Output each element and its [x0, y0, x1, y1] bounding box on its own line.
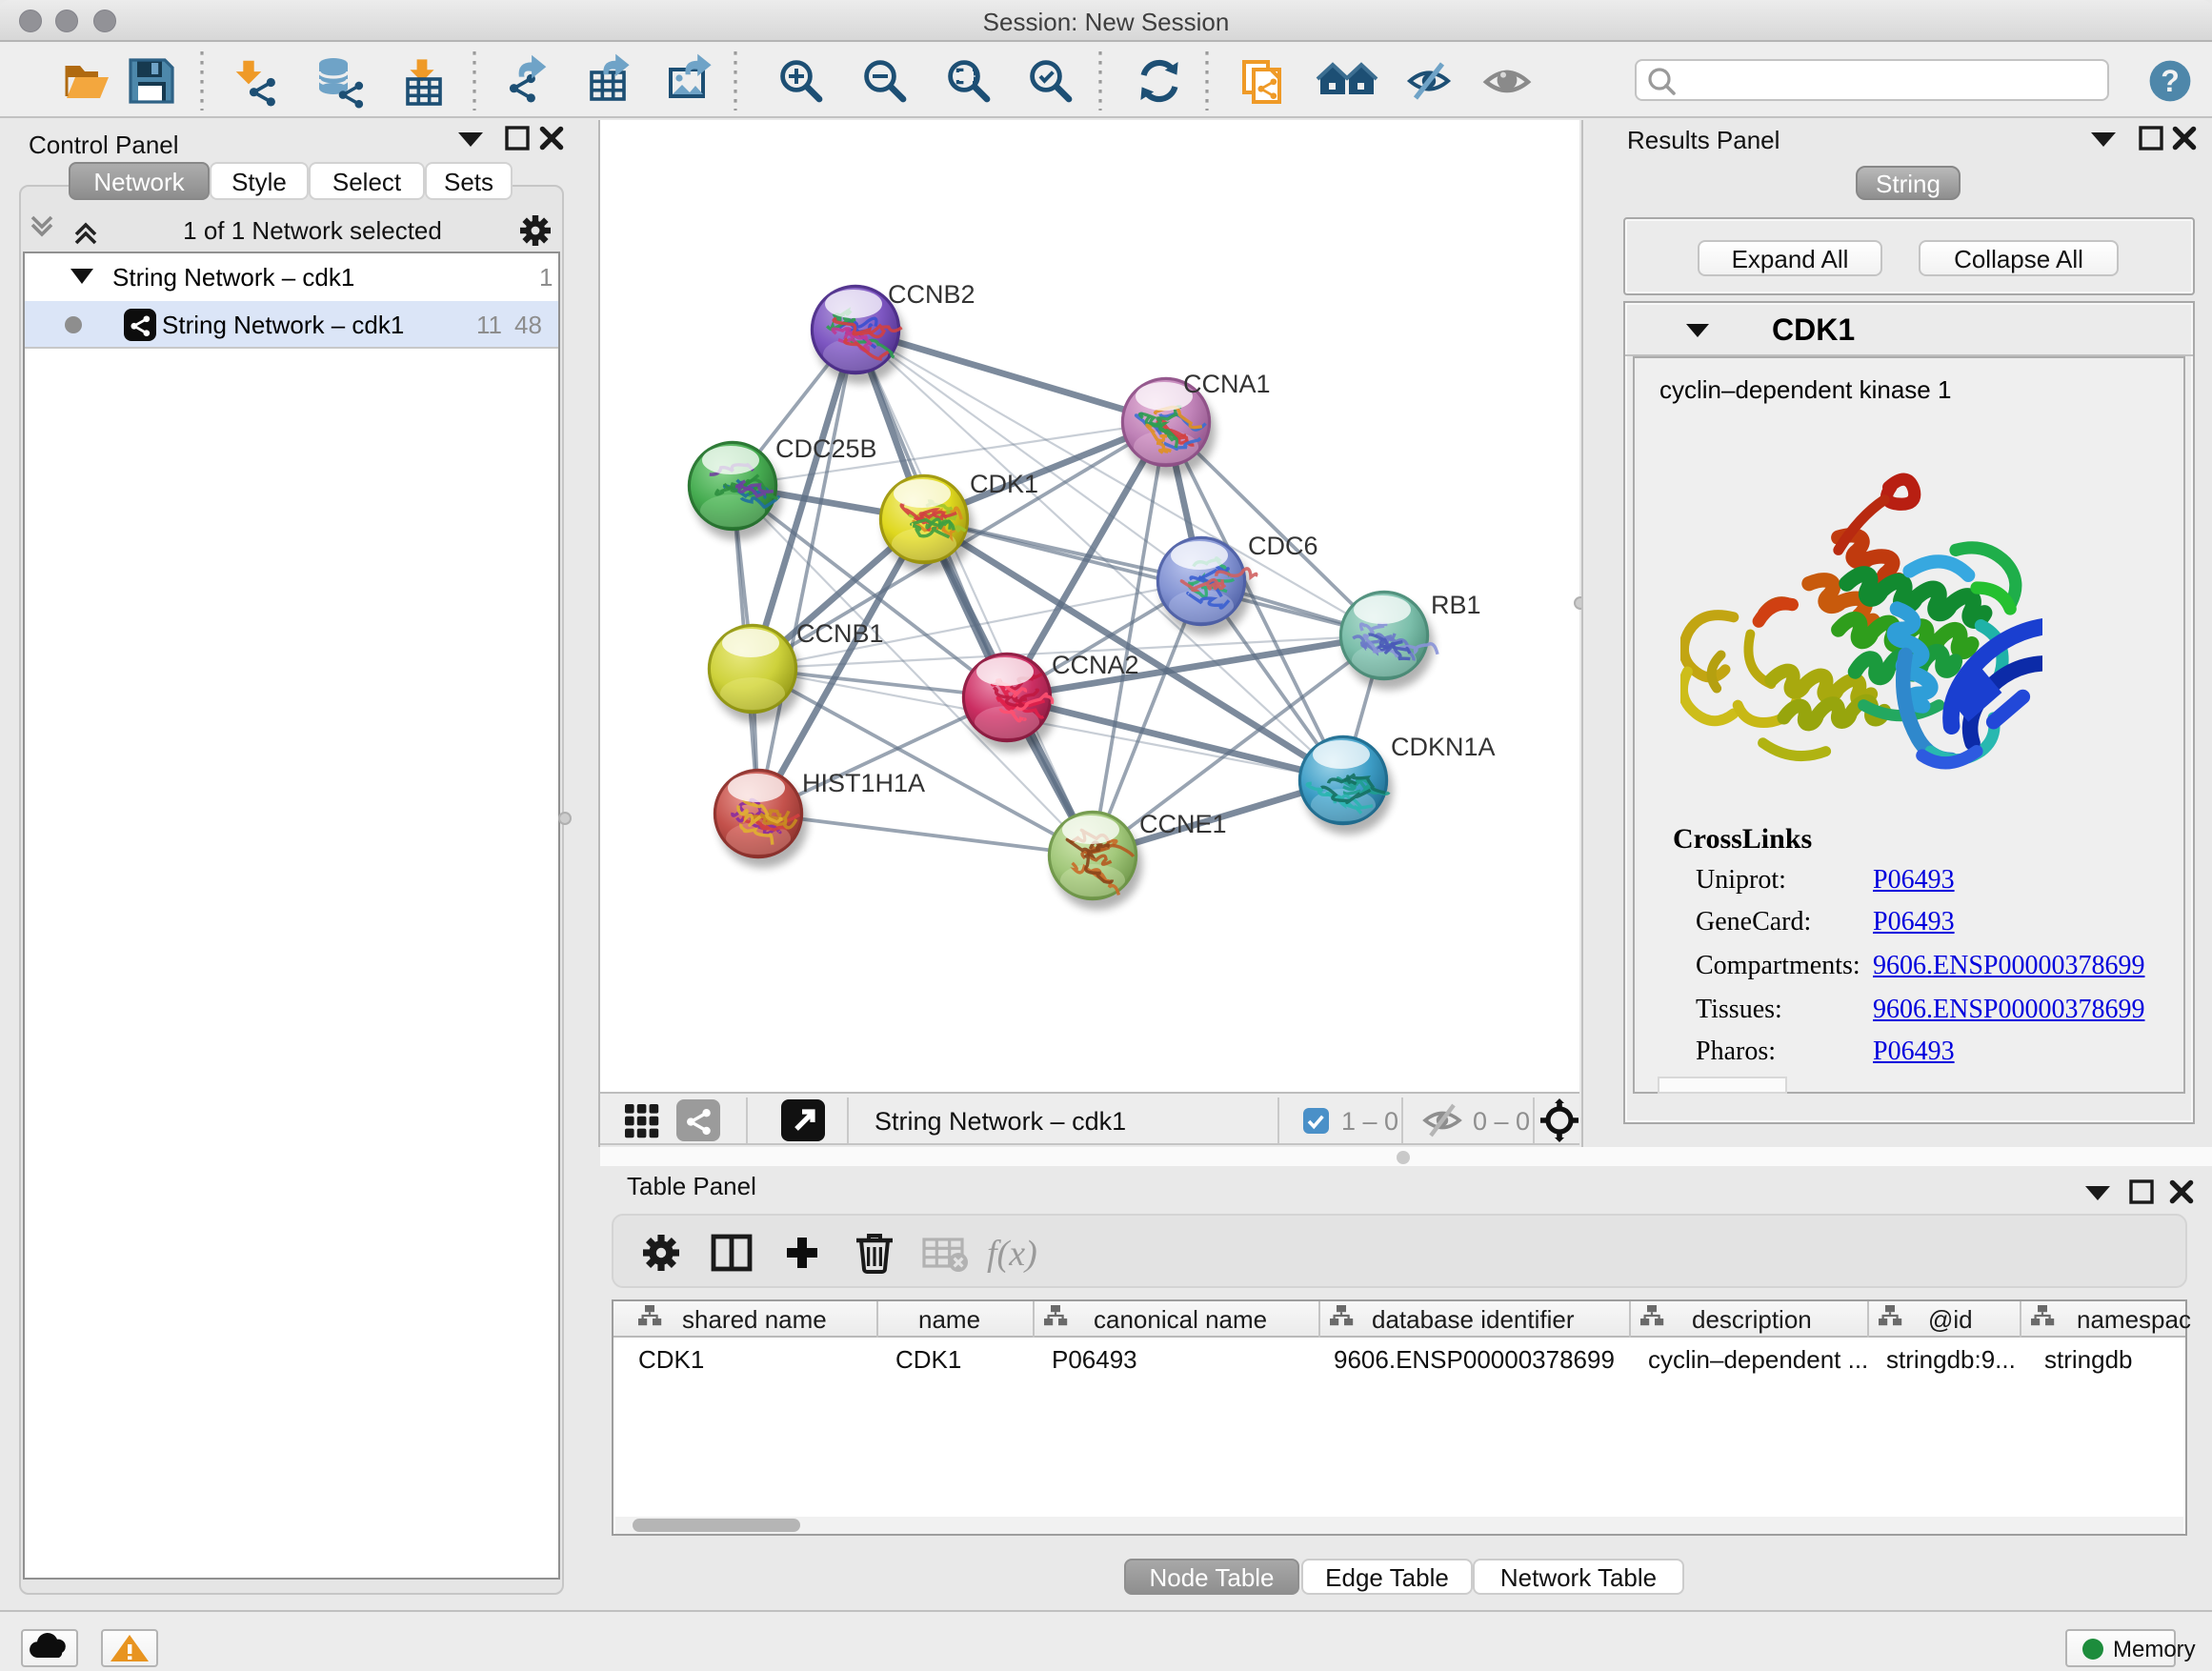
svg-text:CCNE1: CCNE1 [1139, 810, 1227, 838]
svg-text:String Network – cdk1: String Network – cdk1 [875, 1107, 1126, 1136]
svg-text:1 of 1 Network selected: 1 of 1 Network selected [183, 216, 442, 245]
svg-text:CDC6: CDC6 [1248, 532, 1318, 560]
svg-text:?: ? [2161, 64, 2180, 98]
svg-text:CDC25B: CDC25B [775, 434, 877, 463]
svg-text:RB1: RB1 [1431, 591, 1481, 619]
svg-text:CDKN1A: CDKN1A [1391, 733, 1496, 761]
svg-text:1 – 0: 1 – 0 [1341, 1107, 1398, 1136]
svg-text:CCNA2: CCNA2 [1052, 651, 1139, 679]
svg-text:CCNA1: CCNA1 [1183, 370, 1271, 398]
svg-text:CCNB1: CCNB1 [796, 619, 884, 648]
svg-text:CDK1: CDK1 [970, 470, 1038, 498]
svg-text:CCNB2: CCNB2 [888, 280, 975, 309]
svg-text:f(x): f(x) [987, 1234, 1037, 1274]
svg-text:0 – 0: 0 – 0 [1473, 1107, 1530, 1136]
svg-text:HIST1H1A: HIST1H1A [802, 769, 925, 797]
